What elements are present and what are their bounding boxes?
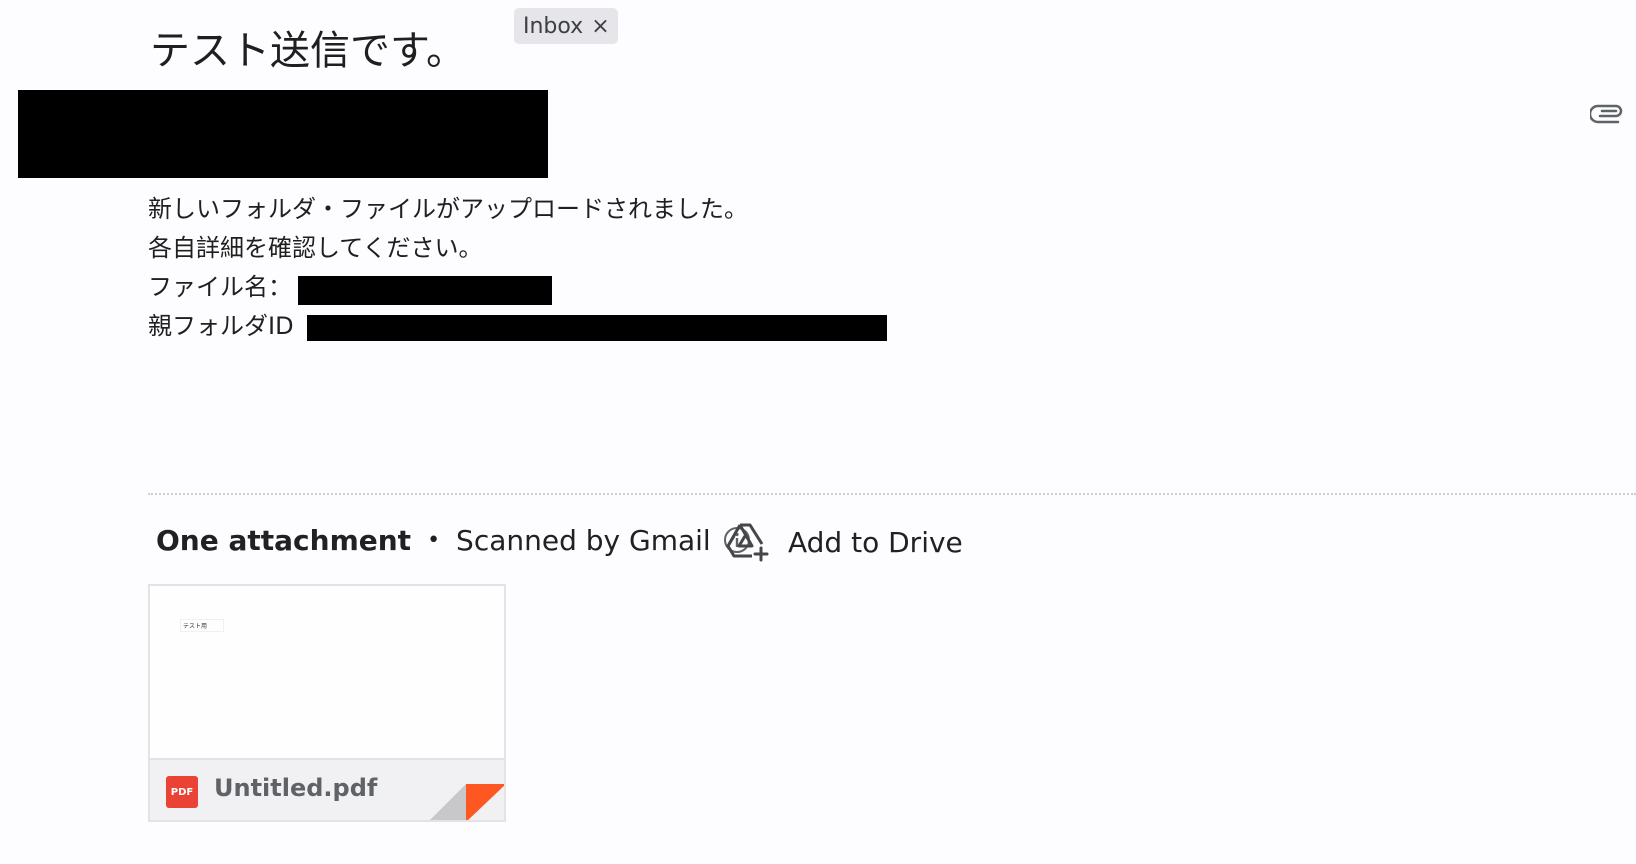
add-to-drive-icon	[726, 523, 769, 562]
file-corner-fold-icon	[430, 784, 504, 820]
redacted-file-name	[298, 276, 552, 305]
separator-dot: •	[427, 527, 441, 553]
redacted-sender-block	[18, 90, 548, 178]
body-line-2: 各自詳細を確認してください。	[148, 234, 483, 262]
attachments-header: One attachment • Scanned by Gmail	[156, 520, 751, 560]
remove-label-button[interactable]: ×	[591, 14, 609, 39]
paperclip-icon	[1590, 104, 1623, 124]
pdf-icon: PDF	[166, 776, 198, 808]
inbox-label-chip[interactable]: Inbox ×	[514, 8, 618, 44]
body-line-1: 新しいフォルダ・ファイルがアップロードされました。	[148, 195, 748, 223]
attachment-thumbnail[interactable]: テスト用	[150, 586, 504, 760]
email-subject: テスト送信です。	[150, 27, 466, 74]
attachment-card[interactable]: テスト用 PDF Untitled.pdf	[148, 584, 506, 822]
attachment-filename: Untitled.pdf	[214, 774, 378, 802]
attachment-count-label: One attachment	[156, 523, 412, 557]
add-to-drive-label: Add to Drive	[788, 525, 963, 559]
thumbnail-text: テスト用	[180, 619, 225, 632]
attachments-divider	[148, 493, 1636, 495]
add-to-drive-button[interactable]: Add to Drive	[726, 520, 963, 564]
label-text: Inbox	[523, 13, 584, 39]
redacted-folder-id	[307, 315, 887, 341]
scanned-by-gmail-label: Scanned by Gmail	[456, 523, 711, 557]
